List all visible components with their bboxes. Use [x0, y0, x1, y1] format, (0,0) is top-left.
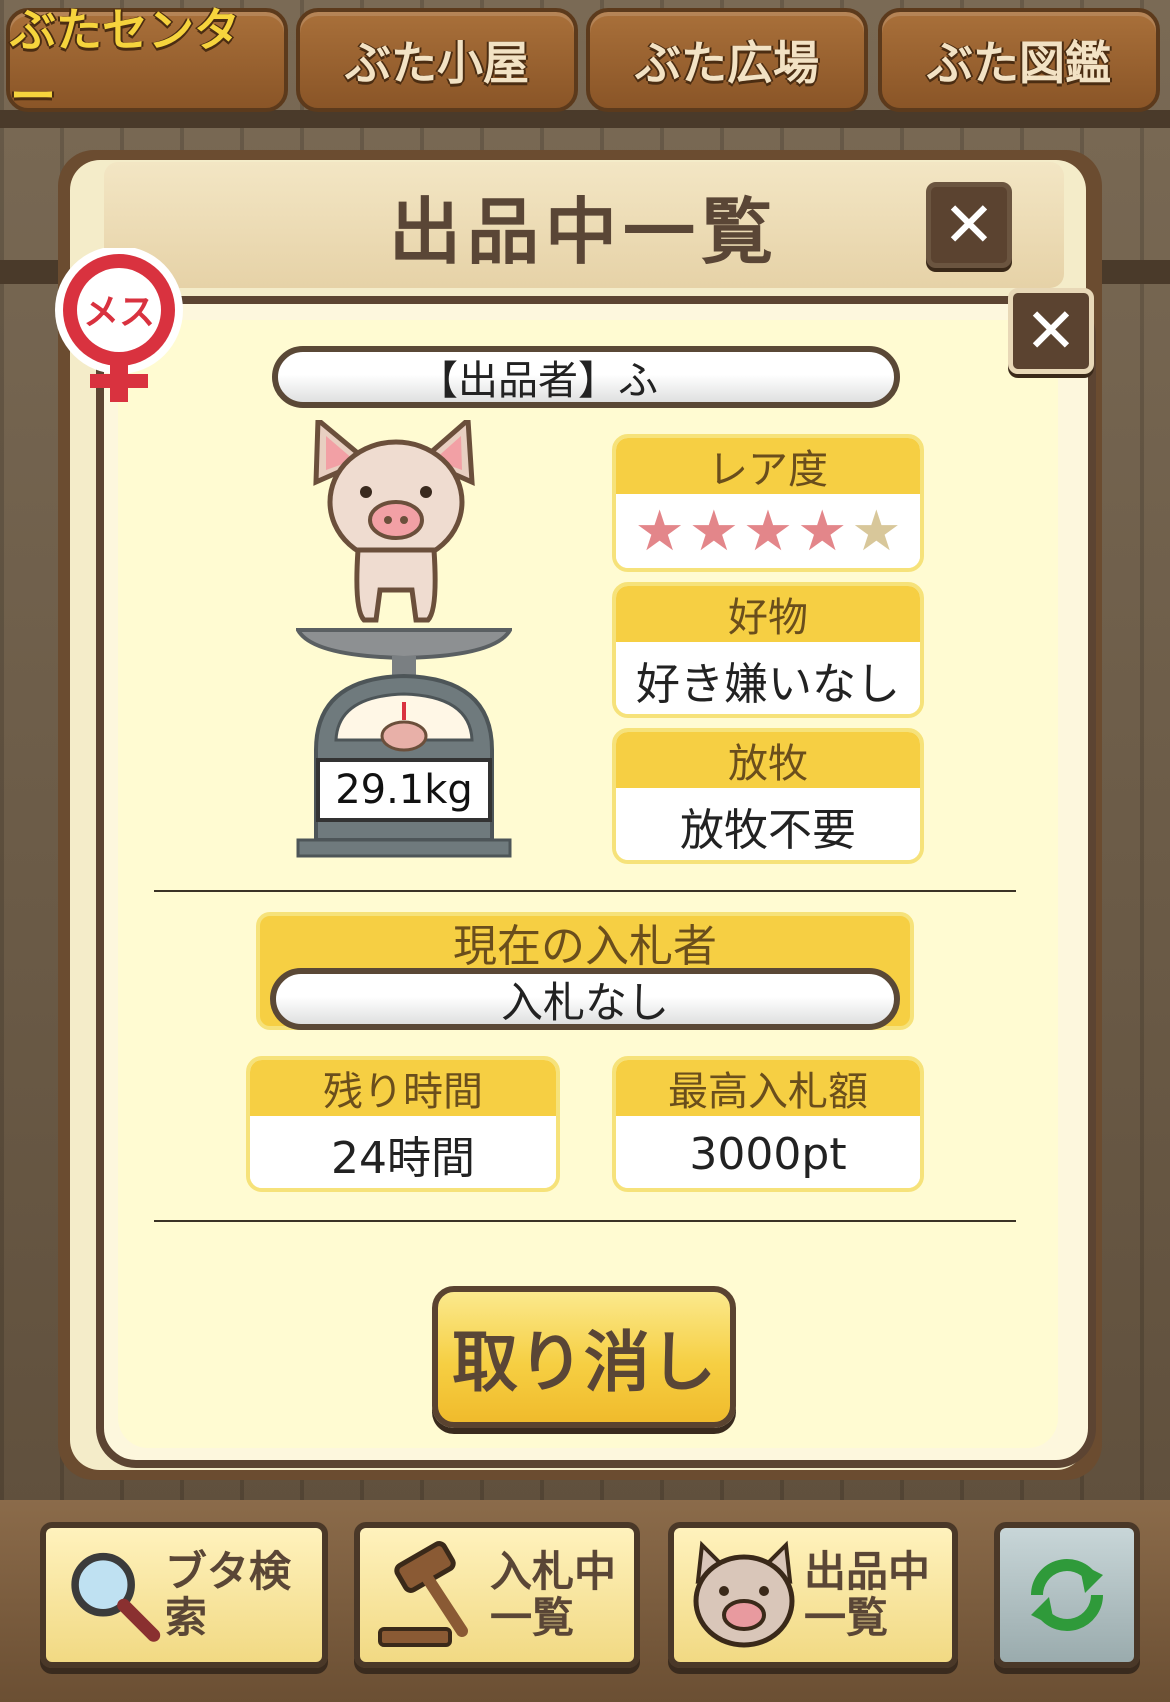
gavel-icon [378, 1541, 468, 1647]
bidding-list-button[interactable]: 入札中 一覧 [354, 1522, 640, 1668]
star-filled-icon: ★ [688, 499, 739, 564]
cancel-label: 取り消し [452, 1324, 716, 1401]
dialog-title: 出品中一覧 [388, 189, 779, 274]
rarity-stars: ★ ★ ★ ★ ★ [616, 494, 920, 568]
remaining-time-value: 24時間 [250, 1116, 556, 1188]
gender-badge: メス [50, 246, 188, 408]
close-icon: ✕ [1025, 294, 1077, 367]
rarity-box: レア度 ★ ★ ★ ★ ★ [612, 434, 924, 572]
star-filled-icon: ★ [797, 499, 848, 564]
listing-close-button[interactable]: ✕ [1008, 288, 1094, 374]
pig-face-icon [693, 1540, 795, 1648]
refresh-button[interactable] [994, 1522, 1140, 1668]
weight-display: 29.1kg [316, 758, 492, 822]
close-icon: ✕ [943, 188, 995, 261]
favorite-value: 好き嫌いなし [616, 642, 920, 714]
top-tab-bar: ぶたセンター ぶた小屋 ぶた広場 ぶた図鑑 [0, 0, 1170, 123]
listing-list-button[interactable]: 出品中 一覧 [668, 1522, 958, 1668]
favorite-label: 好物 [616, 586, 920, 642]
magnifier-icon [71, 1552, 161, 1642]
star-filled-icon: ★ [742, 499, 794, 564]
grazing-box: 放牧 放牧不要 [612, 728, 924, 864]
star-filled-icon: ★ [634, 499, 685, 564]
pig-search-label: ブタ検索 [164, 1546, 291, 1642]
divider [154, 1220, 1016, 1222]
grazing-label: 放牧 [616, 732, 920, 788]
svg-text:メス: メス [83, 292, 155, 333]
pig-search-button[interactable]: ブタ検索 [40, 1522, 328, 1668]
cancel-listing-button[interactable]: 取り消し [432, 1286, 736, 1428]
highest-bid-box: 最高入札額 3000pt [612, 1056, 924, 1192]
dialog-close-button[interactable]: ✕ [926, 182, 1012, 268]
highest-bid-value: 3000pt [616, 1116, 920, 1188]
pig-on-scale: 29.1kg [294, 414, 514, 860]
listing-list-label: 出品中 一覧 [804, 1546, 931, 1642]
divider [154, 890, 1016, 892]
bidding-list-label: 入札中 一覧 [490, 1546, 617, 1642]
seller-field: 【出品者】ふ [272, 346, 900, 408]
remaining-time-label: 残り時間 [250, 1060, 556, 1116]
female-icon: メス [55, 246, 183, 402]
grazing-value: 放牧不要 [616, 788, 920, 860]
weight-value: 29.1kg [335, 767, 473, 813]
highest-bid-label: 最高入札額 [616, 1060, 920, 1116]
rarity-label: レア度 [616, 438, 920, 494]
star-empty-icon: ★ [851, 499, 902, 564]
tab-buta-koya[interactable]: ぶた小屋 [296, 8, 578, 112]
seller-label: 【出品者】ふ [418, 358, 658, 404]
remaining-time-box: 残り時間 24時間 [246, 1056, 560, 1192]
refresh-icon [1031, 1559, 1103, 1631]
tab-buta-center[interactable]: ぶたセンター [6, 3, 288, 123]
favorite-box: 好物 好き嫌いなし [612, 582, 924, 718]
current-bidder-value: 入札なし [500, 977, 669, 1027]
current-bidder-label: 現在の入札者 [453, 921, 717, 972]
tab-buta-hiroba[interactable]: ぶた広場 [586, 8, 868, 112]
tab-buta-zukan[interactable]: ぶた図鑑 [878, 8, 1160, 112]
current-bidder-field: 入札なし [270, 968, 900, 1030]
